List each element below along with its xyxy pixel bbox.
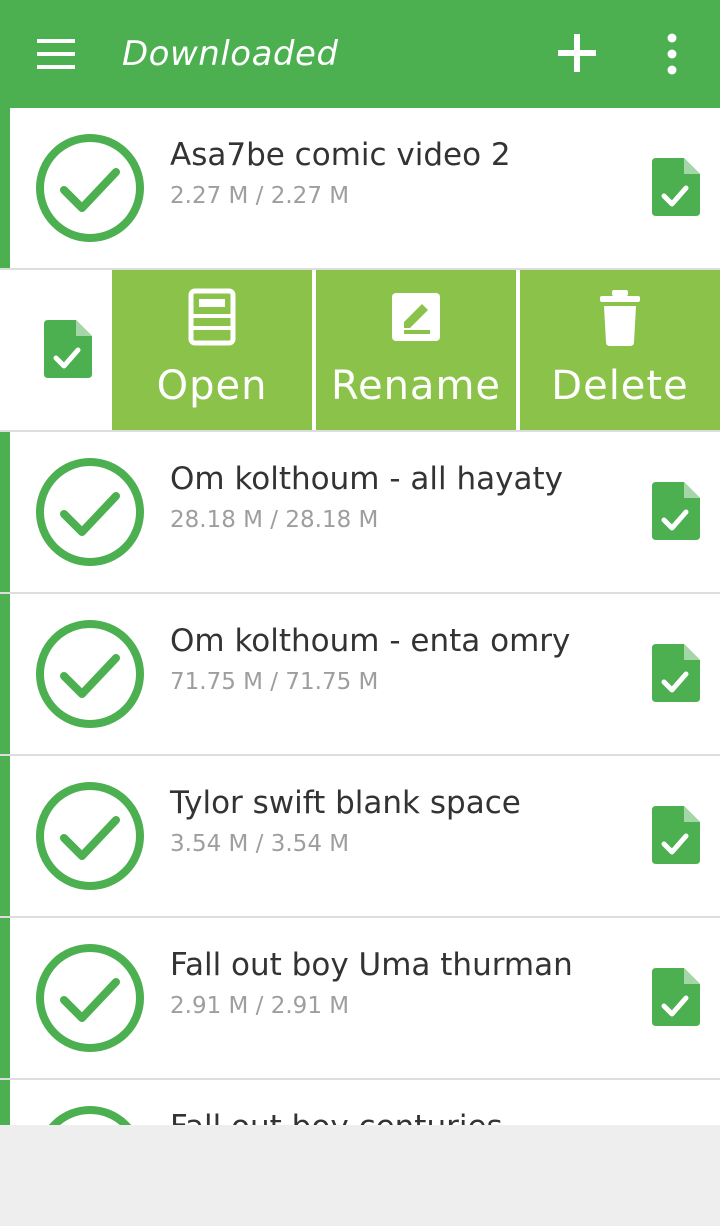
delete-label: Delete bbox=[551, 363, 689, 409]
status-bar bbox=[0, 108, 10, 268]
file-check-icon[interactable] bbox=[652, 968, 700, 1026]
download-title: Om kolthoum - enta omry bbox=[170, 623, 571, 659]
status-bar bbox=[0, 432, 10, 592]
file-check-icon[interactable] bbox=[652, 806, 700, 864]
download-title: Asa7be comic video 2 bbox=[170, 137, 511, 173]
status-bar bbox=[0, 594, 10, 754]
list-item[interactable]: Fall out boy centuries bbox=[0, 1080, 720, 1125]
open-file-icon bbox=[188, 288, 236, 346]
page-title: Downloaded bbox=[122, 34, 339, 74]
edit-icon bbox=[392, 293, 440, 341]
overflow-menu-button[interactable] bbox=[650, 24, 694, 84]
trash-icon bbox=[600, 290, 640, 346]
delete-button[interactable]: Delete bbox=[520, 270, 720, 430]
file-check-icon[interactable] bbox=[652, 644, 700, 702]
plus-icon bbox=[558, 34, 596, 72]
list-item[interactable]: Om kolthoum - all hayaty 28.18 M / 28.18… bbox=[0, 432, 720, 594]
check-circle-icon bbox=[48, 1106, 132, 1125]
download-size: 2.27 M / 2.27 M bbox=[170, 183, 350, 209]
list-item[interactable]: Om kolthoum - enta omry 71.75 M / 71.75 … bbox=[0, 594, 720, 756]
file-check-icon[interactable] bbox=[652, 158, 700, 216]
download-title: Tylor swift blank space bbox=[170, 785, 521, 821]
open-button[interactable]: Open bbox=[112, 270, 312, 430]
status-bar bbox=[0, 1080, 10, 1125]
download-title: Fall out boy centuries bbox=[170, 1104, 503, 1125]
downloads-screen: Downloaded Asa7be comic video 2 2.27 M /… bbox=[0, 0, 720, 1125]
file-check-icon[interactable] bbox=[652, 482, 700, 540]
download-size: 28.18 M / 28.18 M bbox=[170, 507, 379, 533]
check-circle-icon bbox=[36, 620, 144, 728]
rename-button[interactable]: Rename bbox=[316, 270, 516, 430]
check-circle-icon bbox=[36, 134, 144, 242]
download-size: 71.75 M / 71.75 M bbox=[170, 669, 379, 695]
hamburger-menu-icon bbox=[37, 39, 75, 69]
status-bar bbox=[0, 918, 10, 1078]
list-item[interactable]: Tylor swift blank space 3.54 M / 3.54 M bbox=[0, 756, 720, 918]
menu-button[interactable] bbox=[26, 24, 86, 84]
rename-label: Rename bbox=[330, 363, 502, 409]
swiped-list-item[interactable]: Open Rename Delete bbox=[0, 270, 720, 432]
check-circle-icon bbox=[36, 458, 144, 566]
download-size: 2.91 M / 2.91 M bbox=[170, 993, 350, 1019]
add-download-button[interactable] bbox=[546, 22, 608, 84]
list-item[interactable]: Asa7be comic video 2 2.27 M / 2.27 M bbox=[0, 108, 720, 270]
status-bar bbox=[0, 756, 10, 916]
check-circle-icon bbox=[36, 944, 144, 1052]
download-title: Fall out boy Uma thurman bbox=[170, 947, 573, 983]
check-circle-icon bbox=[36, 782, 144, 890]
list-item[interactable]: Fall out boy Uma thurman 2.91 M / 2.91 M bbox=[0, 918, 720, 1080]
overflow-menu-icon bbox=[667, 33, 677, 75]
download-size: 3.54 M / 3.54 M bbox=[170, 831, 350, 857]
app-toolbar: Downloaded bbox=[0, 0, 720, 108]
download-title: Om kolthoum - all hayaty bbox=[170, 461, 563, 497]
open-label: Open bbox=[156, 363, 268, 409]
file-check-icon bbox=[44, 320, 92, 378]
